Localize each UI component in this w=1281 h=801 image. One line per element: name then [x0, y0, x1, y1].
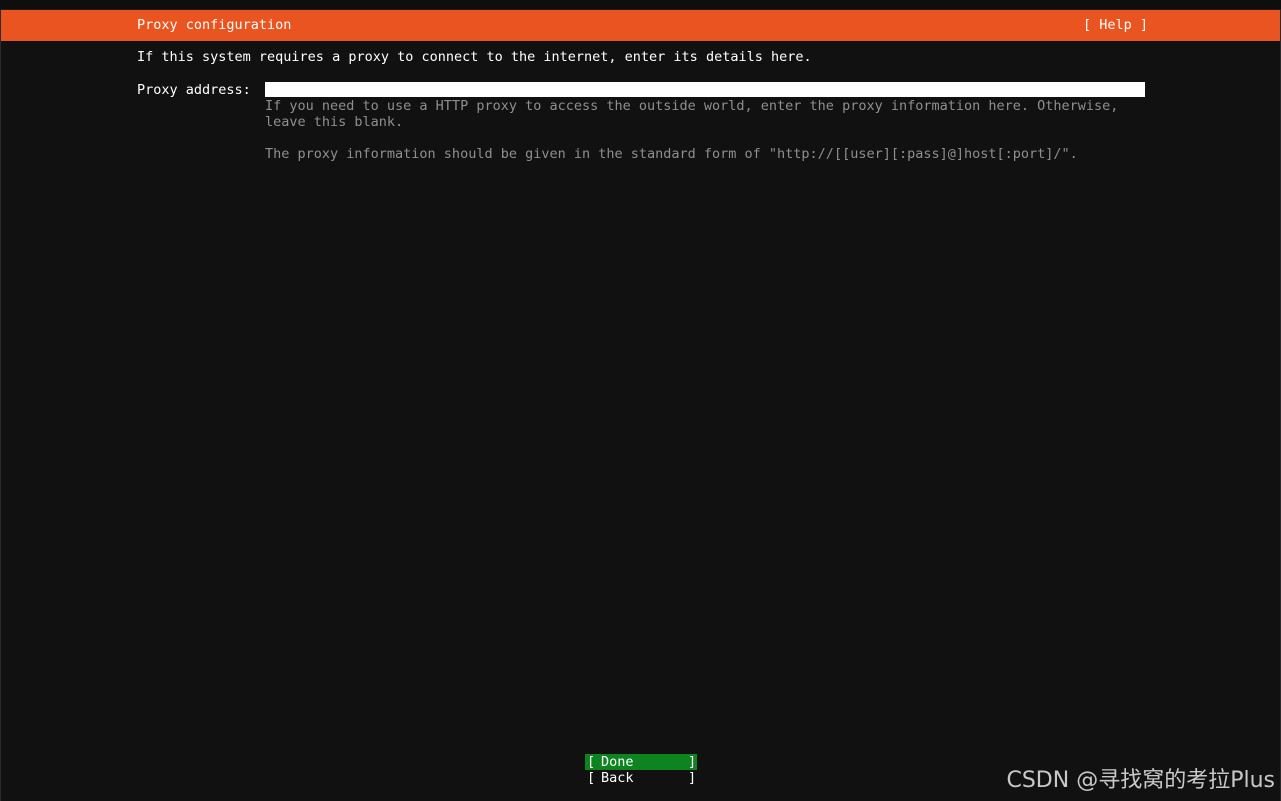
- done-button[interactable]: [ Done ]: [585, 754, 697, 770]
- done-button-open-bracket: [: [587, 754, 596, 770]
- back-button-open-bracket: [: [587, 770, 596, 786]
- watermark: CSDN @寻找窝的考拉Plus: [1006, 768, 1275, 793]
- done-button-close-bracket: ]: [688, 754, 697, 770]
- proxy-help-line-2: leave this blank.: [265, 114, 404, 130]
- back-button[interactable]: [ Back ]: [585, 770, 697, 786]
- page-title: Proxy configuration: [137, 17, 292, 33]
- proxy-help-line-1: If you need to use a HTTP proxy to acces…: [265, 98, 1119, 114]
- back-button-label: Back: [601, 770, 634, 786]
- proxy-address-label: Proxy address:: [137, 82, 251, 98]
- done-button-label: Done: [601, 754, 634, 770]
- help-button[interactable]: [ Help ]: [1083, 17, 1148, 33]
- back-button-close-bracket: ]: [688, 770, 697, 786]
- window-top-strip: [0, 0, 1281, 10]
- proxy-help-line-3: The proxy information should be given in…: [265, 146, 1078, 162]
- intro-text: If this system requires a proxy to conne…: [137, 49, 812, 65]
- frame-border-left: [0, 10, 1, 801]
- header-bar: Proxy configuration [ Help ]: [1, 10, 1280, 41]
- proxy-address-input[interactable]: [265, 82, 1145, 97]
